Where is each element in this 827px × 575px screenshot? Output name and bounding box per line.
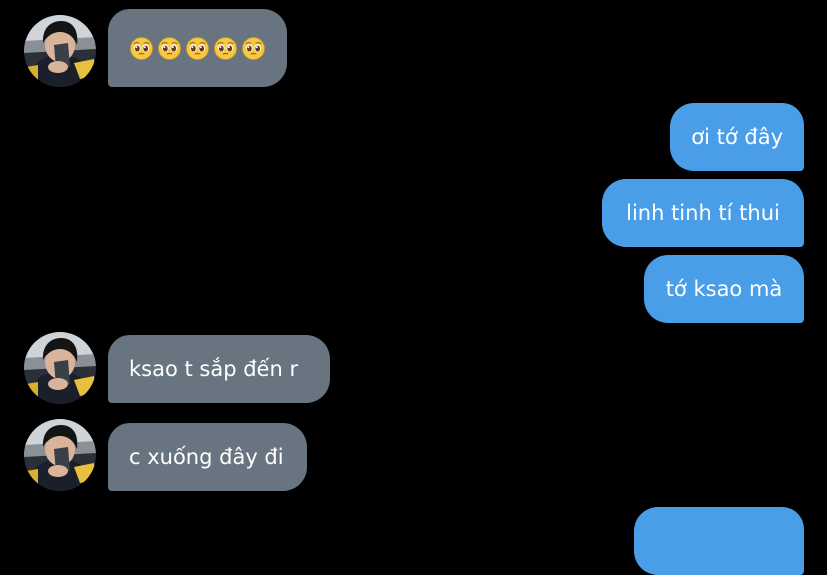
pleading-face-emoji-icon [158,37,181,60]
message-bubble-incoming[interactable]: c xuống đây đi [108,423,307,491]
message-text: ơi tớ đây [691,125,783,149]
message-bubble-outgoing[interactable]: linh tinh tí thui [602,179,804,247]
message-text: linh tinh tí thui [626,201,780,225]
pleading-face-emoji-icon [242,37,265,60]
message-bubble-outgoing-partial[interactable] [634,507,804,575]
pleading-face-emoji-icon [130,37,153,60]
contact-avatar[interactable] [24,15,96,87]
pleading-face-emoji-icon [214,37,237,60]
avatar-photo-icon [24,15,96,87]
message-text: tớ ksao mà [665,277,783,301]
message-bubble-incoming[interactable]: ksao t sắp đến r [108,335,330,403]
emoji-row [130,9,265,87]
contact-avatar[interactable] [24,332,96,404]
pleading-face-emoji-icon [186,37,209,60]
avatar-photo-icon [24,419,96,491]
message-bubble-outgoing[interactable]: tớ ksao mà [644,255,804,323]
message-bubble-outgoing[interactable]: ơi tớ đây [670,103,804,171]
avatar-photo-icon [24,332,96,404]
message-text: ksao t sắp đến r [129,357,299,381]
contact-avatar[interactable] [24,419,96,491]
message-bubble-incoming-emoji[interactable] [108,9,287,87]
message-text: c xuống đây đi [129,445,284,469]
